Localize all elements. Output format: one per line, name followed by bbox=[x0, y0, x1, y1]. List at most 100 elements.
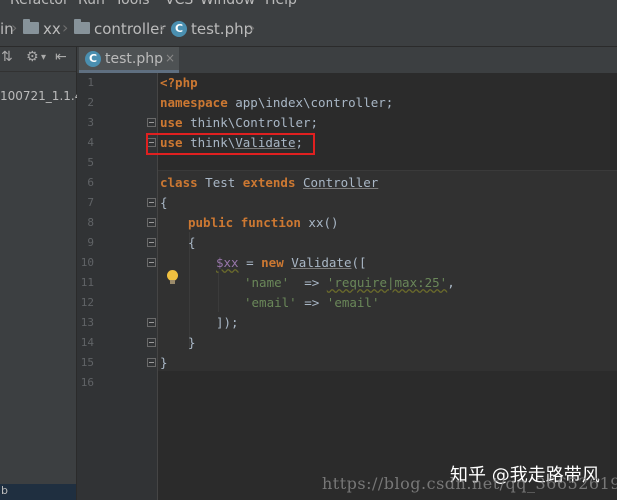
folder-icon bbox=[74, 19, 90, 34]
project-toolbar: ⇅ ⚙ ▾ ⇤ bbox=[0, 47, 76, 72]
line-number: 16 bbox=[80, 376, 94, 389]
comma: , bbox=[447, 275, 455, 290]
code-line-9: { bbox=[188, 235, 196, 250]
brace: } bbox=[160, 355, 168, 370]
keyword: extends bbox=[242, 175, 296, 190]
keyword: function bbox=[240, 215, 301, 230]
breadcrumb-xx[interactable]: xx bbox=[43, 20, 61, 38]
line-number: 12 bbox=[80, 296, 94, 309]
menu-refactor[interactable]: Refactor bbox=[10, 0, 69, 8]
breadcrumb-controller[interactable]: controller bbox=[94, 20, 166, 38]
collapse-all-icon[interactable]: ⇅ bbox=[1, 49, 13, 65]
use-path: think\Controller; bbox=[182, 115, 319, 130]
chevron-right-icon: › bbox=[159, 18, 166, 37]
fold-marker-icon[interactable] bbox=[147, 218, 156, 227]
line-number: 15 bbox=[80, 356, 94, 369]
lightbulb-icon[interactable] bbox=[167, 270, 178, 284]
tab-label: test.php bbox=[105, 51, 163, 67]
tab-test-php[interactable]: C test.php × bbox=[79, 47, 179, 73]
fold-marker-icon[interactable] bbox=[147, 318, 156, 327]
hide-panel-icon[interactable]: ⇤ bbox=[55, 49, 67, 65]
project-status-strip: b bbox=[0, 484, 76, 500]
string-key: 'email' bbox=[244, 295, 297, 310]
fold-marker-icon[interactable] bbox=[147, 118, 156, 127]
fold-marker-icon[interactable] bbox=[147, 338, 156, 347]
fold-marker-icon[interactable] bbox=[147, 358, 156, 367]
variable: $xx bbox=[216, 255, 239, 270]
editor-tab-bar: C test.php × bbox=[77, 47, 617, 74]
menu-window[interactable]: Window bbox=[200, 0, 255, 8]
breadcrumb-test-php[interactable]: test.php bbox=[191, 20, 253, 38]
line-number: 6 bbox=[87, 176, 94, 189]
php-open-tag: <?php bbox=[160, 75, 198, 90]
line-number: 5 bbox=[87, 156, 94, 169]
code-line-14: } bbox=[188, 335, 196, 350]
menu-help[interactable]: Help bbox=[265, 0, 297, 8]
bracket: ([ bbox=[351, 255, 367, 270]
chevron-right-icon: › bbox=[62, 18, 69, 37]
code-line-12: 'email' => 'email' bbox=[244, 295, 379, 310]
keyword: namespace bbox=[160, 95, 228, 110]
class-name: Test bbox=[197, 175, 243, 190]
project-status-label: b bbox=[1, 484, 8, 497]
indent-guide bbox=[218, 272, 219, 312]
menu-vcs[interactable]: VCS bbox=[165, 0, 193, 8]
fold-marker-icon[interactable] bbox=[147, 238, 156, 247]
gear-icon[interactable]: ⚙ bbox=[26, 49, 39, 65]
keyword: new bbox=[261, 255, 284, 270]
line-number: 13 bbox=[80, 316, 94, 329]
function-signature: xx() bbox=[300, 215, 339, 230]
code-line-15: } bbox=[160, 355, 168, 370]
line-number: 14 bbox=[80, 336, 94, 349]
project-panel: ⇅ ⚙ ▾ ⇤ 100721_1.1.4 b bbox=[0, 47, 82, 500]
code-line-3: use think\Controller; bbox=[160, 115, 318, 130]
arrow-operator: => bbox=[289, 275, 327, 290]
fold-marker-icon[interactable] bbox=[147, 258, 156, 267]
chevron-right-icon: › bbox=[11, 18, 18, 37]
string-value: 'email' bbox=[326, 295, 380, 310]
line-number: 2 bbox=[87, 96, 94, 109]
parent-class: Controller bbox=[303, 175, 379, 190]
code-line-7: { bbox=[160, 195, 168, 210]
keyword: use bbox=[160, 115, 183, 130]
chevron-right-icon: › bbox=[249, 18, 256, 37]
folder-icon bbox=[23, 19, 39, 34]
method-separator bbox=[158, 170, 617, 171]
namespace-path: app\index\controller; bbox=[227, 95, 394, 110]
string-value: 'require|max:25' bbox=[326, 275, 448, 290]
keyword: class bbox=[160, 175, 198, 190]
php-file-icon: C bbox=[171, 21, 187, 37]
operator: = bbox=[238, 255, 262, 270]
close-icon[interactable]: × bbox=[165, 51, 175, 65]
line-number: 11 bbox=[80, 276, 94, 289]
code-line-11: 'name' => 'require|max:25', bbox=[244, 275, 455, 290]
line-number: 1 bbox=[87, 76, 94, 89]
line-number: 3 bbox=[87, 116, 94, 129]
string-key: 'name' bbox=[244, 275, 290, 290]
breadcrumb: in › xx › controller › C test.php › bbox=[0, 12, 617, 47]
menu-run[interactable]: Run bbox=[78, 0, 105, 8]
class-scope-region bbox=[158, 171, 617, 371]
menu-tools[interactable]: Tools bbox=[115, 0, 150, 8]
fold-marker-icon[interactable] bbox=[147, 198, 156, 207]
line-number: 4 bbox=[87, 136, 94, 149]
code-line-2: namespace app\index\controller; bbox=[160, 95, 393, 110]
dropdown-arrow-icon[interactable]: ▾ bbox=[41, 52, 46, 63]
php-file-icon: C bbox=[85, 51, 101, 67]
code-line-8: public function xx() bbox=[188, 215, 339, 230]
menu-bar: Refactor Run Tools VCS Window Help bbox=[0, 0, 617, 12]
project-tree-item[interactable]: 100721_1.1.4 bbox=[0, 89, 82, 103]
closing-bracket: ]); bbox=[216, 315, 239, 330]
watermark-url: https://blog.csdn.net/qq_36652619 bbox=[322, 474, 617, 493]
brace: { bbox=[160, 195, 168, 210]
brace: } bbox=[188, 335, 196, 350]
brace: { bbox=[188, 235, 196, 250]
line-number: 8 bbox=[87, 216, 94, 229]
line-number: 10 bbox=[80, 256, 94, 269]
code-line-13: ]); bbox=[216, 315, 239, 330]
highlight-annotation-box bbox=[146, 133, 315, 155]
line-number: 7 bbox=[87, 196, 94, 209]
code-line-1: <?php bbox=[160, 75, 198, 90]
